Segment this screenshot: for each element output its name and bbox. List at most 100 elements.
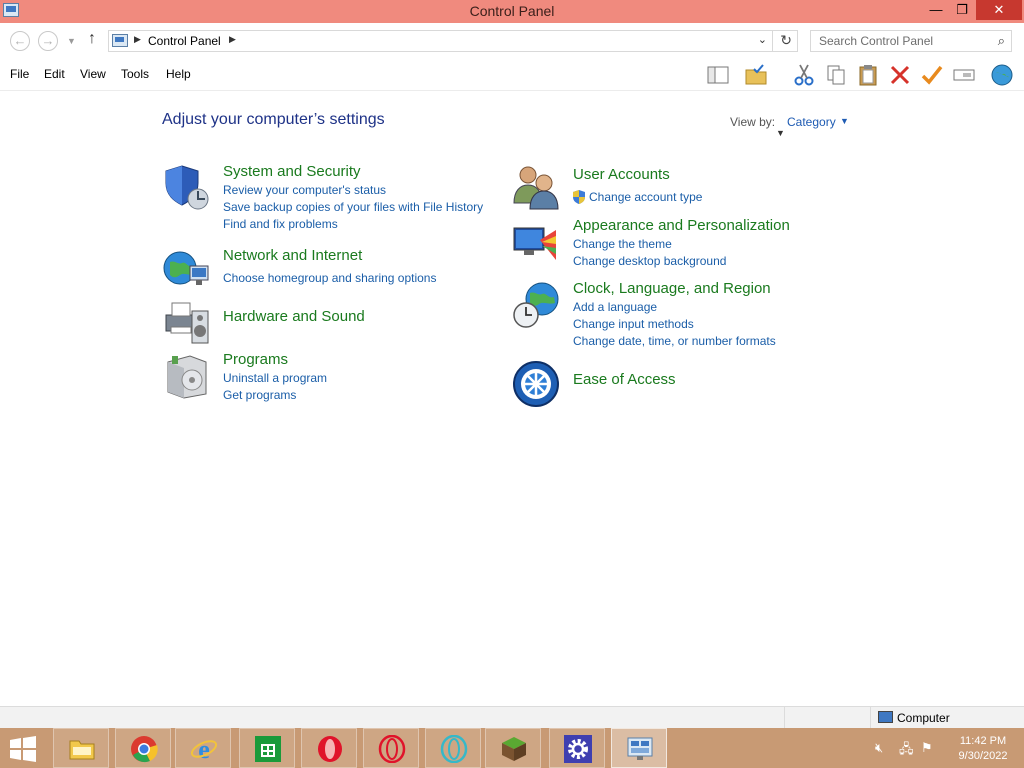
breadcrumb-control-panel[interactable]: Control Panel [148, 34, 221, 48]
view-by-dropdown[interactable]: Category [787, 115, 836, 129]
search-input[interactable]: Search Control Panel ⌕ [810, 30, 1012, 52]
menu-file[interactable]: File [10, 67, 29, 81]
system-clock[interactable]: 11:42 PM 9/30/2022 [952, 734, 1014, 764]
control-panel-icon [627, 737, 653, 760]
clock-date: 9/30/2022 [958, 750, 1008, 762]
link-uninstall-program[interactable]: Uninstall a program [223, 371, 327, 385]
checkmark-icon[interactable] [920, 63, 944, 87]
rename-icon[interactable] [952, 63, 976, 87]
category-ease-of-access[interactable]: Ease of Access [573, 371, 676, 388]
link-add-language[interactable]: Add a language [573, 300, 657, 314]
network-icon[interactable]: 🖧︎ [899, 740, 914, 762]
layout-icon[interactable] [706, 63, 730, 87]
forward-button[interactable]: → [38, 31, 58, 51]
paste-icon[interactable] [856, 63, 880, 87]
maximize-button[interactable]: ❐ [947, 0, 977, 20]
refresh-icon[interactable]: ↻ [780, 32, 792, 49]
page-title: Adjust your computer’s settings [162, 111, 385, 128]
taskbar-file-explorer[interactable] [53, 728, 109, 768]
category-appearance-personalization[interactable]: Appearance and Personalization [573, 217, 790, 234]
address-dropdown-icon[interactable]: ⌄ [758, 33, 767, 46]
taskbar-internet-explorer[interactable]: e [175, 728, 231, 768]
chrome-icon [131, 736, 158, 763]
forward-arrow-icon: → [41, 33, 55, 48]
settings-gear-icon [564, 735, 592, 763]
view-by-label: View by: [730, 115, 776, 129]
menu-bar: File Edit View Tools Help ▼ [0, 59, 1024, 138]
internet-explorer-icon: e [190, 735, 218, 763]
recent-locations-dropdown[interactable]: ▼ [67, 36, 76, 46]
users-icon[interactable] [512, 163, 560, 211]
taskbar: e 🔇︎ 🖧︎ ⚑ 11:42 PM 9/30/2022 [0, 728, 1024, 768]
link-change-input-methods[interactable]: Change input methods [573, 317, 694, 331]
menu-edit[interactable]: Edit [44, 67, 65, 81]
address-bar[interactable]: ▶ Control Panel ▶ ⌄ ↻ [108, 30, 798, 52]
view-by-caret-icon[interactable]: ▼ [840, 116, 849, 126]
folder-options-dropdown-icon[interactable]: ▼ [776, 128, 785, 138]
file-explorer-icon [69, 740, 95, 760]
link-homegroup-sharing[interactable]: Choose homegroup and sharing options [223, 271, 436, 285]
category-system-security[interactable]: System and Security [223, 163, 361, 180]
up-button[interactable]: ↑ [88, 30, 96, 48]
shield-icon[interactable] [162, 163, 210, 211]
cut-icon[interactable] [792, 63, 816, 87]
ease-of-access-icon[interactable] [512, 360, 560, 408]
category-user-accounts[interactable]: User Accounts [573, 166, 670, 183]
divider [870, 707, 871, 729]
printer-speaker-icon[interactable] [162, 297, 210, 345]
category-programs[interactable]: Programs [223, 351, 288, 368]
status-bar: Computer [0, 706, 1024, 729]
back-button[interactable]: ← [10, 31, 30, 51]
copy-icon[interactable] [824, 63, 848, 87]
taskbar-chrome[interactable] [115, 728, 171, 768]
category-clock-language-region[interactable]: Clock, Language, and Region [573, 280, 771, 297]
title-bar: Control Panel — ❐ ✕ [0, 0, 1024, 23]
window-title: Control Panel [469, 3, 555, 19]
breadcrumb-separator-icon[interactable]: ▶ [229, 34, 236, 45]
link-change-account-type[interactable]: Change account type [589, 190, 702, 204]
back-arrow-icon: ← [13, 33, 27, 48]
taskbar-store[interactable] [239, 728, 295, 768]
minecraft-icon [502, 737, 526, 761]
taskbar-minecraft[interactable] [485, 728, 541, 768]
link-change-desktop-background[interactable]: Change desktop background [573, 254, 726, 268]
divider [772, 31, 773, 51]
link-change-theme[interactable]: Change the theme [573, 237, 672, 251]
search-placeholder: Search Control Panel [819, 34, 934, 48]
folder-check-icon[interactable] [744, 63, 768, 87]
programs-box-icon[interactable] [162, 352, 210, 400]
uac-shield-icon [573, 190, 585, 204]
opera-teal-icon [440, 735, 468, 763]
clock-time: 11:42 PM [959, 735, 1007, 747]
link-find-fix-problems[interactable]: Find and fix problems [223, 217, 338, 231]
link-file-history[interactable]: Save backup copies of your files with Fi… [223, 200, 483, 214]
computer-icon [878, 711, 893, 723]
taskbar-settings[interactable] [549, 728, 605, 768]
close-button[interactable]: ✕ [976, 0, 1022, 20]
delete-icon[interactable] [888, 63, 912, 87]
volume-muted-icon[interactable]: 🔇︎ [875, 740, 883, 756]
taskbar-opera[interactable] [301, 728, 357, 768]
category-hardware-sound[interactable]: Hardware and Sound [223, 308, 365, 325]
link-review-status[interactable]: Review your computer's status [223, 183, 386, 197]
network-globe-icon[interactable] [162, 246, 210, 294]
control-panel-icon [112, 34, 128, 47]
taskbar-opera-outline[interactable] [363, 728, 419, 768]
menu-help[interactable]: Help [166, 67, 191, 81]
category-network-internet[interactable]: Network and Internet [223, 247, 362, 264]
menu-view[interactable]: View [80, 67, 106, 81]
taskbar-opera-teal[interactable] [425, 728, 481, 768]
action-center-flag-icon[interactable]: ⚑ [921, 740, 933, 756]
windows-start-icon[interactable] [8, 736, 38, 762]
globe-icon[interactable] [990, 63, 1014, 87]
taskbar-control-panel[interactable] [611, 728, 667, 768]
link-get-programs[interactable]: Get programs [223, 388, 296, 402]
search-icon[interactable]: ⌕ [998, 33, 1005, 49]
link-change-date-time-formats[interactable]: Change date, time, or number formats [573, 334, 776, 348]
breadcrumb-separator-icon[interactable]: ▶ [134, 34, 141, 45]
display-colors-icon[interactable] [512, 220, 560, 268]
menu-tools[interactable]: Tools [121, 67, 149, 81]
status-location: Computer [897, 711, 950, 725]
divider [784, 707, 785, 729]
clock-globe-icon[interactable] [512, 281, 560, 329]
